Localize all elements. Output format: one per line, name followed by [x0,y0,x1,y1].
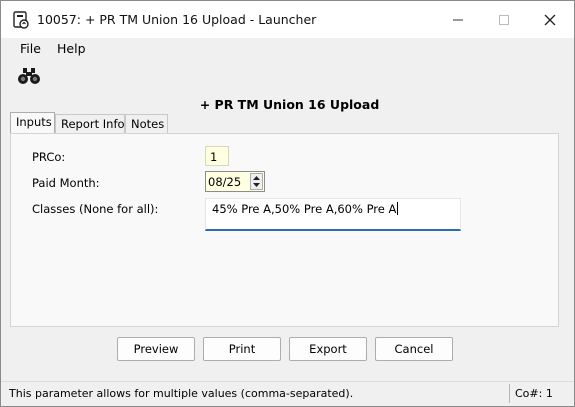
minimize-button[interactable] [435,1,481,38]
classes-label: Classes (None for all): [32,202,159,216]
close-icon [544,14,556,25]
maximize-button[interactable] [481,1,527,38]
print-button[interactable]: Print [203,337,281,361]
text-caret [397,202,399,215]
menu-file[interactable]: File [20,41,41,56]
classes-value: 45% Pre A,50% Pre A,60% Pre A [212,202,397,216]
minimize-icon [453,19,463,20]
report-title: + PR TM Union 16 Upload [1,97,575,112]
report-title-text: + PR TM Union 16 Upload [199,97,380,112]
paid-month-input[interactable]: 08/25 [205,171,265,192]
launcher-window: 10057: + PR TM Union 16 Upload - Launche… [0,0,575,407]
prco-input[interactable]: 1 [205,146,229,166]
binoculars-icon[interactable] [17,67,41,85]
paid-month-value: 08/25 [208,175,242,189]
preview-button[interactable]: Preview [117,337,195,361]
menu-help[interactable]: Help [57,41,86,56]
window-title: 10057: + PR TM Union 16 Upload - Launche… [37,12,317,27]
title-bar[interactable]: 10057: + PR TM Union 16 Upload - Launche… [1,1,574,38]
prco-label: PRCo: [32,150,66,164]
classes-input[interactable]: 45% Pre A,50% Pre A,60% Pre A [205,198,461,231]
menu-bar: File Help [1,38,574,60]
close-button[interactable] [527,1,573,38]
export-button[interactable]: Export [289,337,367,361]
tab-inputs[interactable]: Inputs [10,112,55,134]
paid-month-spinner[interactable] [250,173,263,190]
toolbar [1,60,574,93]
tab-notes[interactable]: Notes [125,114,168,134]
company-indicator: Co#: 1 [515,387,553,400]
maximize-icon [499,14,509,25]
status-message: This parameter allows for multiple value… [9,387,354,400]
cancel-button[interactable]: Cancel [375,337,453,361]
status-bar: This parameter allows for multiple value… [1,381,574,406]
status-divider [509,384,510,403]
report-launcher-icon [13,11,29,29]
spin-down-icon[interactable] [251,181,262,189]
paid-month-label: Paid Month: [32,176,100,190]
tab-report-info[interactable]: Report Info [55,114,125,134]
inputs-panel: PRCo: 1 Paid Month: 08/25 Classes (None … [10,133,559,327]
